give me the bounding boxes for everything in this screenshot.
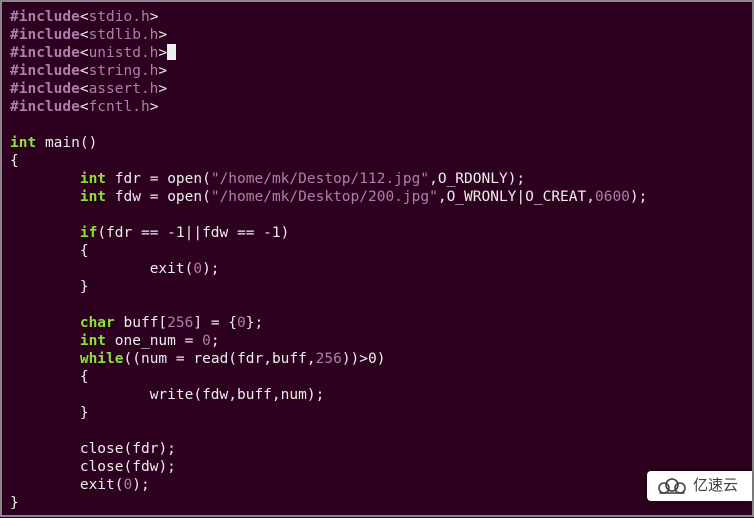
line-include: #include<stdlib.h> (10, 27, 167, 43)
line-fdw: int fdw = open("/home/mk/Desktop/200.jpg… (80, 189, 648, 205)
watermark-badge: 亿速云 (647, 471, 752, 501)
cloud-icon (657, 477, 687, 495)
line-exit: exit(0); (150, 261, 220, 277)
line-fdr: int fdr = open("/home/mk/Destop/112.jpg"… (80, 171, 525, 187)
line-buf: char buff[256] = {0}; (80, 315, 263, 331)
line-while: while((num = read(fdr,buff,256))>0) (80, 351, 386, 367)
line-close1: close(fdr); (80, 441, 176, 457)
line-include: #include<unistd.h> (10, 45, 176, 61)
line-close2: close(fdw); (80, 459, 176, 475)
line-include: #include<assert.h> (10, 81, 167, 97)
line-include: #include<fcntl.h> (10, 99, 158, 115)
line-include: #include<string.h> (10, 63, 167, 79)
line-one-num: int one_num = 0; (80, 333, 220, 349)
line-exit2: exit(0); (80, 477, 150, 493)
code-editor[interactable]: #include<stdio.h> #include<stdlib.h> #in… (2, 2, 752, 518)
line-include: #include<stdio.h> (10, 9, 158, 25)
line-func-sig: int main() (10, 135, 97, 151)
text-cursor (167, 44, 176, 60)
line-if: if(fdr == -1||fdw == -1) (80, 225, 290, 241)
line-write: write(fdw,buff,num); (150, 387, 325, 403)
watermark-text: 亿速云 (693, 477, 738, 495)
